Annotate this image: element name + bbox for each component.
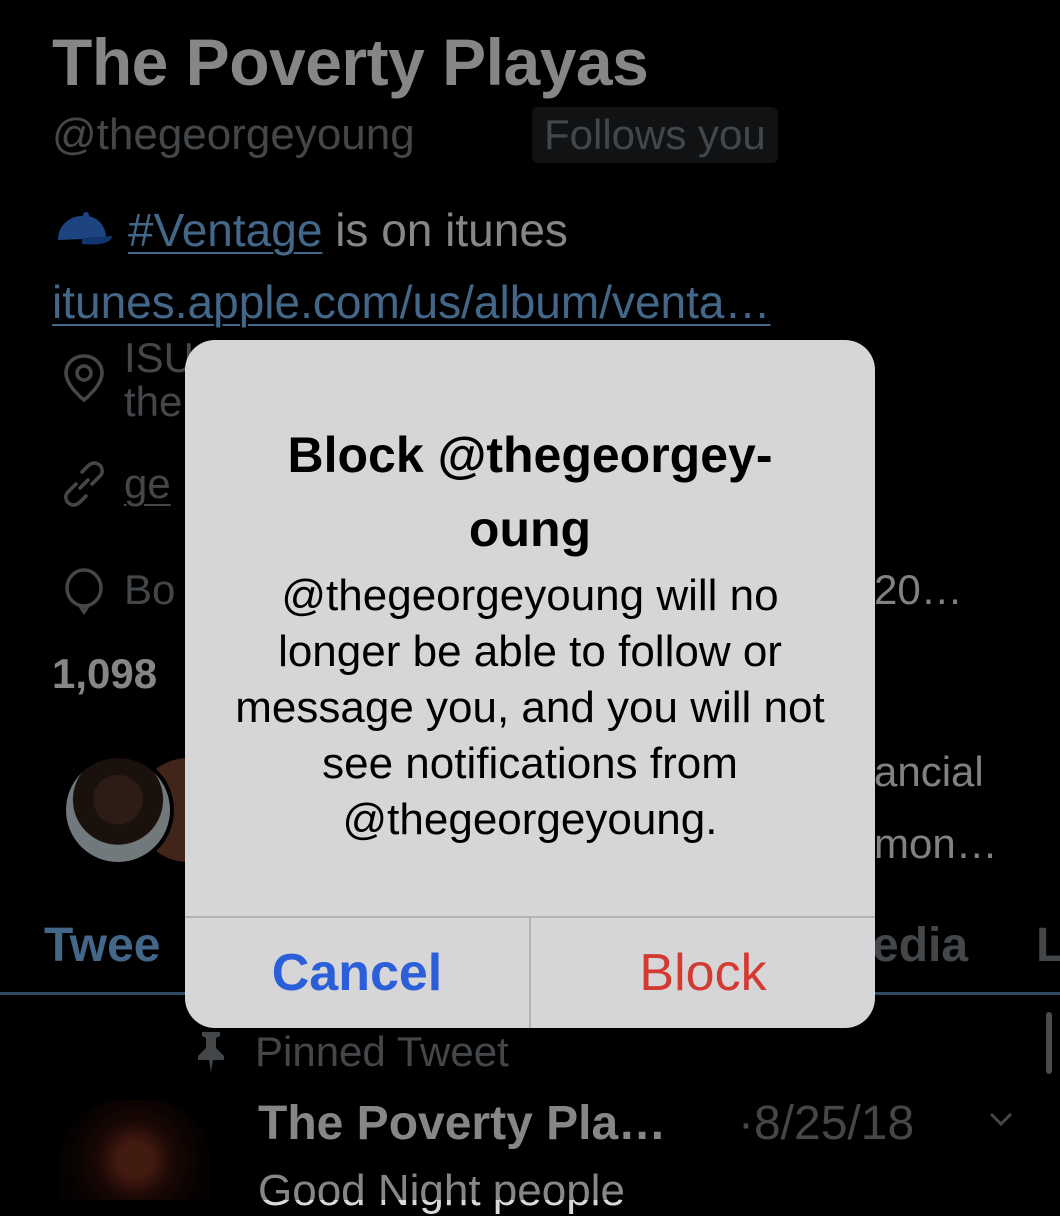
block-alert-dialog: Block @thegeorgey- oung @thegeorgeyoung … <box>185 340 875 1028</box>
dialog-title: Block @thegeorgey- oung <box>185 418 875 566</box>
dialog-title-line-2: oung <box>468 501 592 557</box>
dialog-message: @thegeorgeyoung will no longer be able t… <box>235 571 825 844</box>
block-button[interactable]: Block <box>531 918 875 1028</box>
dialog-title-line-1: Block @thegeorgey- <box>287 427 773 483</box>
cancel-button[interactable]: Cancel <box>185 918 529 1028</box>
